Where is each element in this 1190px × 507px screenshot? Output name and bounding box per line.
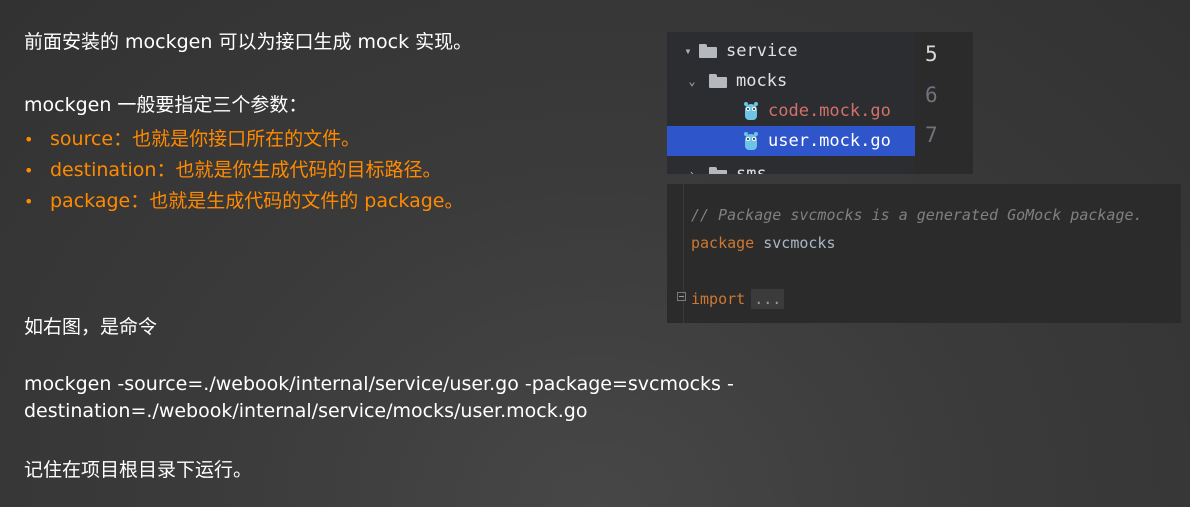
line-number: 5 [925, 42, 938, 66]
go-gopher-icon [744, 132, 758, 150]
go-gopher-icon [744, 102, 758, 120]
line-number: 6 [925, 83, 938, 107]
code-package-line: package svcmocks [691, 233, 836, 253]
figure-reference: 如右图，是命令 [24, 316, 158, 338]
bullet-text: package：也就是生成代码的文件的 package。 [50, 190, 464, 212]
list-item-destination: • destination：也就是你生成代码的目标路径。 [24, 155, 463, 186]
folded-code-placeholder[interactable]: ... [751, 289, 785, 309]
keyword-package: package [691, 234, 755, 252]
tree-item-label: user.mock.go [768, 131, 891, 151]
command-line-2: destination=./webook/internal/service/mo… [24, 400, 588, 422]
code-import-line: import... [691, 289, 785, 309]
package-name: svcmocks [763, 234, 836, 252]
intro-text: 前面安装的 mockgen 可以为接口生成 mock 实现。 [24, 31, 473, 53]
tree-item-label: mocks [736, 71, 788, 91]
tree-item-sms[interactable]: › sms [667, 159, 933, 174]
bullet-text: destination：也就是你生成代码的目标路径。 [50, 159, 442, 181]
tree-item-label: service [726, 41, 798, 61]
bullet-icon: • [24, 161, 34, 180]
code-editor-panel: // Package svcmocks is a generated GoMoc… [667, 184, 1181, 323]
bullet-icon: • [24, 192, 34, 211]
tree-item-label: sms [736, 164, 767, 174]
fold-toggle-icon[interactable] [677, 292, 686, 301]
project-tree-panel: ▾ service ⌄ mocks code.mock.go user.mock… [667, 32, 973, 174]
bullet-text: source：也就是你接口所在的文件。 [50, 128, 361, 150]
code-comment-line: // Package svcmocks is a generated GoMoc… [691, 206, 1143, 224]
tree-item-label: code.mock.go [768, 101, 891, 121]
command-line-1: mockgen -source=./webook/internal/servic… [24, 373, 734, 395]
chevron-down-icon[interactable]: ▾ [681, 44, 695, 58]
line-number: 7 [925, 123, 938, 147]
keyword-import: import [691, 290, 746, 308]
bullet-icon: • [24, 130, 34, 149]
tree-item-service[interactable]: ▾ service [667, 36, 929, 66]
list-item-source: • source：也就是你接口所在的文件。 [24, 124, 463, 155]
params-title: mockgen 一般要指定三个参数： [24, 94, 308, 116]
folder-icon [709, 167, 729, 174]
footer-note: 记住在项目根目录下运行。 [24, 459, 253, 481]
chevron-down-icon[interactable]: ⌄ [685, 74, 699, 88]
folder-icon [699, 44, 719, 58]
indent-guide [683, 184, 684, 323]
tree-item-mocks[interactable]: ⌄ mocks [667, 66, 933, 96]
folder-icon [709, 74, 729, 88]
chevron-right-icon[interactable]: › [685, 167, 699, 174]
list-item-package: • package：也就是生成代码的文件的 package。 [24, 186, 463, 217]
param-list: • source：也就是你接口所在的文件。 • destination：也就是你… [24, 124, 463, 217]
line-number-gutter: 5 6 7 [915, 32, 973, 174]
